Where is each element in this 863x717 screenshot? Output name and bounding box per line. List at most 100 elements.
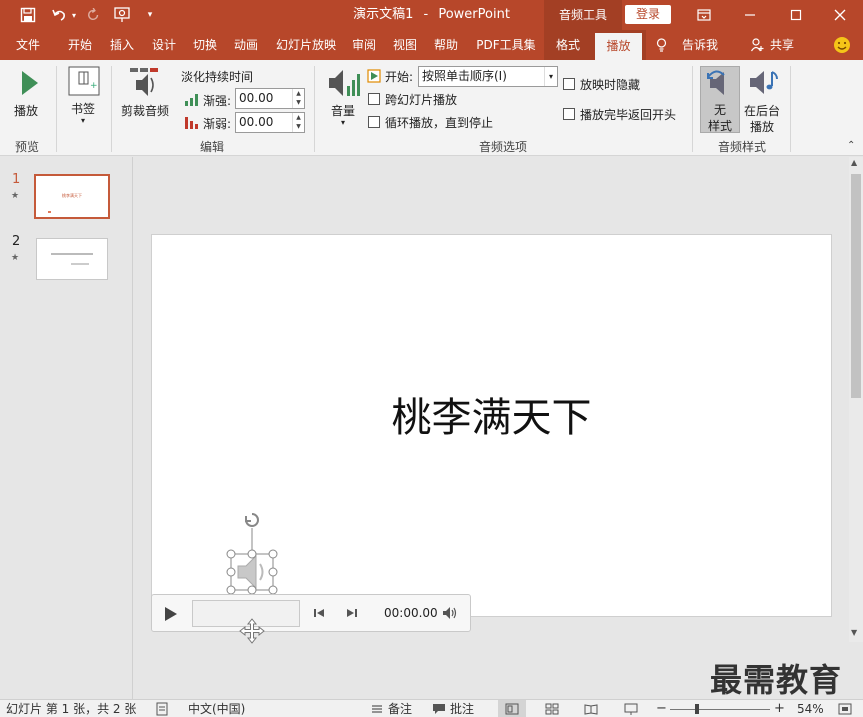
- share-person-icon[interactable]: [750, 30, 764, 60]
- login-button[interactable]: 登录: [625, 5, 671, 24]
- ribbon-display-options-icon[interactable]: [681, 0, 727, 30]
- player-rewind-icon[interactable]: [313, 607, 325, 619]
- start-label: 开始:: [385, 70, 414, 84]
- slideshow-view-icon[interactable]: [624, 703, 638, 715]
- fade-in-value: 00.00: [239, 91, 274, 105]
- fade-out-spinner-icon[interactable]: ▲ ▼: [292, 113, 304, 132]
- minimize-icon[interactable]: [727, 0, 773, 30]
- vertical-scrollbar-thumb[interactable]: [851, 174, 861, 398]
- trim-audio-icon: [130, 68, 158, 96]
- zoom-slider-thumb[interactable]: [695, 704, 699, 714]
- fade-in-input[interactable]: 00.00 ▲ ▼: [235, 88, 305, 109]
- reading-view-icon[interactable]: [584, 703, 598, 715]
- tab-slideshow[interactable]: 幻灯片放映: [270, 30, 342, 60]
- zoom-level[interactable]: 54%: [797, 700, 824, 717]
- slide-thumbnail-2[interactable]: [36, 238, 108, 280]
- player-play-icon[interactable]: [164, 606, 178, 622]
- fade-out-value: 00.00: [239, 115, 274, 129]
- customize-toolbar-icon[interactable]: ▾: [142, 0, 158, 30]
- tab-transitions[interactable]: 切换: [186, 30, 224, 60]
- collapse-ribbon-icon[interactable]: ⌃: [847, 140, 855, 151]
- thumbnail-2-text-line: [51, 253, 93, 255]
- group-separator: [790, 66, 791, 152]
- volume-icon: [329, 70, 360, 96]
- tab-design[interactable]: 设计: [144, 30, 184, 60]
- volume-dropdown-icon: ▾: [341, 118, 346, 127]
- lightbulb-icon[interactable]: [654, 30, 668, 60]
- scroll-down-icon[interactable]: ▼: [851, 628, 857, 637]
- title-bar: ▾ ▾ 演示文稿1 - PowerPoint 音频工具 登录: [0, 0, 863, 30]
- smiley-feedback-icon[interactable]: [832, 30, 852, 60]
- slide-title[interactable]: 桃李满天下: [151, 385, 832, 443]
- rewind-label: 播放完毕返回开头: [580, 108, 677, 122]
- tab-help[interactable]: 帮助: [427, 30, 465, 60]
- tab-insert[interactable]: 插入: [102, 30, 142, 60]
- tab-pdf-tools[interactable]: PDF工具集: [468, 30, 544, 60]
- notes-icon[interactable]: [370, 702, 384, 716]
- hide-during-show-checkbox[interactable]: [563, 78, 575, 90]
- trim-audio-button[interactable]: 剪裁音频: [118, 66, 174, 126]
- tab-playback[interactable]: 播放: [595, 33, 642, 60]
- player-volume-icon[interactable]: [442, 606, 458, 620]
- normal-view-button[interactable]: [498, 700, 526, 717]
- close-icon[interactable]: [817, 0, 863, 30]
- bookmark-button[interactable]: + 书签 ▾: [64, 66, 104, 134]
- play-preview-button[interactable]: 播放: [8, 66, 48, 120]
- player-forward-icon[interactable]: [346, 607, 358, 619]
- tab-animations[interactable]: 动画: [226, 30, 266, 60]
- tab-format[interactable]: 格式: [544, 30, 592, 60]
- cross-slides-checkbox[interactable]: [368, 93, 380, 105]
- move-handle-icon[interactable]: [238, 617, 266, 645]
- zoom-slider[interactable]: [670, 709, 770, 710]
- group-separator: [692, 66, 693, 152]
- fade-in-spinner-icon[interactable]: ▲ ▼: [292, 89, 304, 108]
- tab-home[interactable]: 开始: [58, 30, 102, 60]
- zoom-out-icon[interactable]: −: [656, 700, 667, 717]
- maximize-icon[interactable]: [773, 0, 819, 30]
- loop-checkbox[interactable]: [368, 116, 380, 128]
- undo-dropdown-icon[interactable]: ▾: [69, 0, 79, 30]
- start-select[interactable]: 按照单击顺序(I) ▾: [418, 66, 558, 87]
- slide-counter: 幻灯片 第 1 张，共 2 张: [6, 702, 137, 716]
- comments-icon[interactable]: [432, 702, 446, 716]
- bookmark-dropdown-icon: ▾: [81, 116, 86, 125]
- slide-thumbnail-1[interactable]: 桃李满天下: [34, 174, 110, 219]
- audio-styles-group-label: 音频样式: [717, 140, 766, 154]
- language-indicator[interactable]: 中文(中国): [188, 700, 245, 717]
- volume-button[interactable]: 音量 ▾: [325, 66, 363, 134]
- animation-star-icon: ★: [11, 253, 20, 263]
- start-select-dropdown-icon[interactable]: ▾: [544, 67, 557, 86]
- rewind-checkbox[interactable]: [563, 108, 575, 120]
- tab-file[interactable]: 文件: [4, 30, 52, 60]
- share-button[interactable]: 共享: [766, 30, 798, 60]
- slide-number-1: 1: [12, 172, 21, 187]
- no-style-label-line1: 无: [714, 103, 727, 117]
- hide-during-show-label: 放映时隐藏: [580, 78, 641, 92]
- fit-slide-icon[interactable]: [838, 703, 852, 715]
- save-icon[interactable]: [16, 0, 40, 30]
- undo-icon[interactable]: [48, 0, 70, 30]
- comments-button[interactable]: 批注: [450, 700, 474, 717]
- redo-icon: [84, 0, 104, 30]
- notes-button[interactable]: 备注: [388, 700, 412, 717]
- start-select-value: 按照单击顺序(I): [422, 69, 507, 83]
- no-style-icon: [707, 70, 725, 95]
- player-time: 00:00.00: [384, 606, 438, 620]
- tell-me-search[interactable]: 告诉我: [678, 30, 722, 60]
- zoom-in-icon[interactable]: +: [774, 700, 785, 717]
- fade-out-input[interactable]: 00.00 ▲ ▼: [235, 112, 305, 133]
- no-style-button[interactable]: 无 样式: [700, 66, 740, 133]
- tab-review[interactable]: 审阅: [345, 30, 383, 60]
- play-in-background-button[interactable]: 在后台 播放: [742, 66, 784, 134]
- editing-group-label: 编辑: [199, 140, 224, 154]
- loop-label: 循环播放，直到停止: [385, 116, 494, 130]
- tab-view[interactable]: 视图: [386, 30, 424, 60]
- thumbnail-2-text-line: [71, 263, 89, 265]
- spelling-check-icon[interactable]: [156, 702, 170, 716]
- slide-sorter-view-icon[interactable]: [545, 703, 559, 715]
- status-bar: 幻灯片 第 1 张，共 2 张 中文(中国) 备注 批注 − + 54%: [0, 699, 863, 717]
- scroll-up-icon[interactable]: ▲: [851, 158, 857, 167]
- volume-label: 音量: [331, 104, 356, 118]
- no-style-label-line2: 样式: [708, 119, 733, 133]
- presentation-start-icon[interactable]: [112, 0, 134, 30]
